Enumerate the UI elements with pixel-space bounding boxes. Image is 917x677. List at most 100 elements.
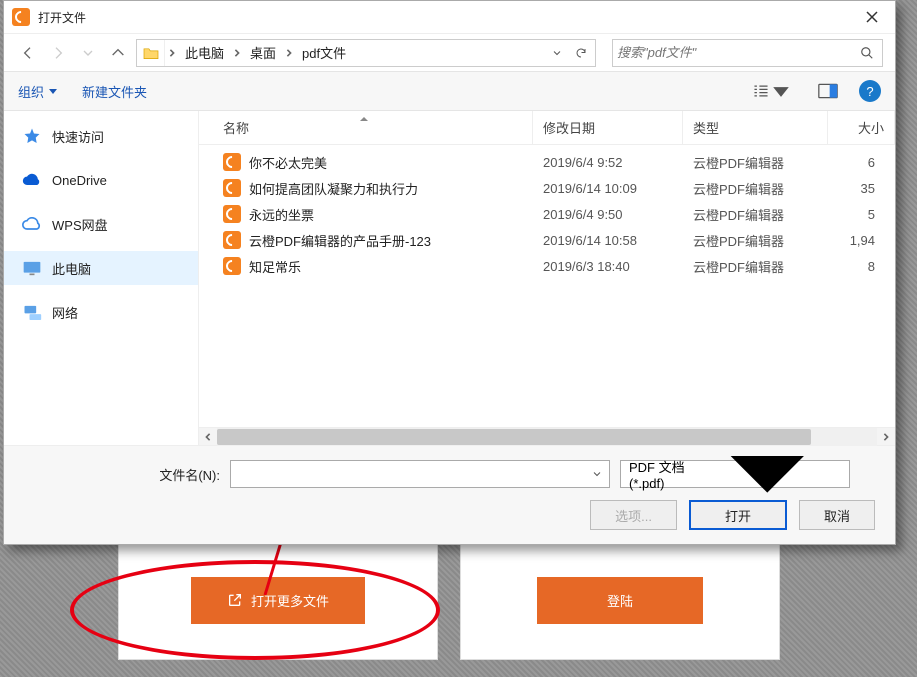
refresh-icon <box>575 47 587 59</box>
file-row[interactable]: 永远的坐票 2019/6/4 9:50云橙PDF编辑器5 <box>199 201 895 227</box>
sidebar-item-thispc[interactable]: 此电脑 <box>4 251 198 285</box>
dialog-footer: 文件名(N): PDF 文档 (*.pdf) 选项... 打开 取消 <box>4 445 895 544</box>
window-title: 打开文件 <box>38 9 86 26</box>
file-name: 永远的坐票 <box>249 205 314 224</box>
file-list[interactable]: 你不必太完美2019/6/4 9:52云橙PDF编辑器6 如何提高团队凝聚力和执行… <box>199 145 895 427</box>
file-name: 云橙PDF编辑器的产品手册-123 <box>249 231 431 250</box>
toolbar: 组织 新建文件夹 ? <box>4 71 895 111</box>
sidebar-item-label: OneDrive <box>52 173 107 188</box>
list-view-icon <box>752 84 770 98</box>
file-size: 5 <box>828 207 895 222</box>
star-icon <box>22 126 42 146</box>
horizontal-scrollbar[interactable] <box>199 427 895 445</box>
up-button[interactable] <box>106 41 130 65</box>
column-header-name[interactable]: 名称 <box>213 111 533 144</box>
file-row[interactable]: 你不必太完美2019/6/4 9:52云橙PDF编辑器6 <box>199 149 895 175</box>
file-row[interactable]: 云橙PDF编辑器的产品手册-123 2019/6/14 10:58云橙PDF编辑器… <box>199 227 895 253</box>
forward-button[interactable] <box>46 41 70 65</box>
chevron-down-icon <box>591 468 603 480</box>
sidebar-item-onedrive[interactable]: OneDrive <box>4 163 198 197</box>
login-label: 登陆 <box>607 591 633 610</box>
login-button[interactable]: 登陆 <box>537 577 703 624</box>
cancel-button[interactable]: 取消 <box>799 500 875 530</box>
search-input[interactable] <box>617 45 856 60</box>
bg-panel-left: 打开更多文件 <box>118 540 438 660</box>
search-icon[interactable] <box>856 46 878 60</box>
open-external-icon <box>227 592 243 608</box>
path-dropdown[interactable] <box>547 43 567 63</box>
filetype-value: PDF 文档 (*.pdf) <box>629 457 694 491</box>
organize-label: 组织 <box>18 82 44 101</box>
file-type: 云橙PDF编辑器 <box>683 231 828 250</box>
refresh-button[interactable] <box>571 43 591 63</box>
back-button[interactable] <box>16 41 40 65</box>
network-icon <box>22 302 42 322</box>
scroll-left-button[interactable] <box>199 428 217 446</box>
sidebar-item-network[interactable]: 网络 <box>4 295 198 329</box>
file-row[interactable]: 知足常乐2019/6/3 18:40云橙PDF编辑器8 <box>199 253 895 279</box>
view-mode-button[interactable] <box>745 80 797 102</box>
file-name: 知足常乐 <box>249 257 301 276</box>
file-date: 2019/6/4 9:50 <box>533 207 683 222</box>
sidebar-item-label: 此电脑 <box>52 259 91 278</box>
search-box[interactable] <box>612 39 883 67</box>
monitor-icon <box>22 258 42 278</box>
breadcrumb-item-2[interactable]: pdf文件 <box>296 40 352 66</box>
file-name: 你不必太完美 <box>249 153 327 172</box>
help-button[interactable]: ? <box>859 80 881 102</box>
file-date: 2019/6/14 10:58 <box>533 233 683 248</box>
pdf-file-icon <box>223 231 241 249</box>
chevron-down-icon <box>80 45 96 61</box>
arrow-right-icon <box>50 45 66 61</box>
file-name: 如何提高团队凝聚力和执行力 <box>249 179 418 198</box>
file-size: 8 <box>828 259 895 274</box>
breadcrumb-item-1[interactable]: 桌面 <box>244 40 282 66</box>
file-type: 云橙PDF编辑器 <box>683 153 828 172</box>
file-size: 6 <box>828 155 895 170</box>
close-button[interactable] <box>849 1 895 33</box>
address-bar: 此电脑 桌面 pdf文件 <box>4 33 895 71</box>
sidebar-item-label: WPS网盘 <box>52 215 108 234</box>
breadcrumb-sep <box>230 49 244 57</box>
file-row[interactable]: 如何提高团队凝聚力和执行力2019/6/14 10:09云橙PDF编辑器35 <box>199 175 895 201</box>
cloud-icon <box>22 170 42 190</box>
column-header-type[interactable]: 类型 <box>683 111 828 144</box>
preview-pane-button[interactable] <box>811 79 845 103</box>
organize-menu[interactable]: 组织 <box>18 82 58 101</box>
open-file-dialog: 打开文件 此电脑 桌面 pdf文件 <box>3 0 896 545</box>
filename-combobox[interactable] <box>230 460 610 488</box>
column-header-date[interactable]: 修改日期 <box>533 111 683 144</box>
breadcrumb-sep <box>282 49 296 57</box>
app-icon <box>12 8 30 26</box>
scroll-right-button[interactable] <box>877 428 895 446</box>
file-type: 云橙PDF编辑器 <box>683 205 828 224</box>
preview-pane-icon <box>818 83 838 99</box>
cloud-outline-icon <box>22 214 42 234</box>
filename-label: 文件名(N): <box>20 465 220 484</box>
sidebar-item-wps[interactable]: WPS网盘 <box>4 207 198 241</box>
sidebar-item-label: 快速访问 <box>52 127 104 146</box>
breadcrumb-item-0[interactable]: 此电脑 <box>179 40 230 66</box>
pdf-file-icon <box>223 257 241 275</box>
open-more-files-button[interactable]: 打开更多文件 <box>191 577 365 624</box>
options-button[interactable]: 选项... <box>590 500 677 530</box>
column-header-size[interactable]: 大小 <box>828 111 895 144</box>
pdf-file-icon <box>223 153 241 171</box>
breadcrumb-sep <box>165 49 179 57</box>
pdf-file-icon <box>223 205 241 223</box>
new-folder-button[interactable]: 新建文件夹 <box>82 82 147 101</box>
breadcrumb[interactable]: 此电脑 桌面 pdf文件 <box>136 39 596 67</box>
file-date: 2019/6/14 10:09 <box>533 181 683 196</box>
dropdown-triangle-icon <box>48 86 58 96</box>
dropdown-triangle-icon <box>772 84 790 98</box>
recent-dropdown[interactable] <box>76 41 100 65</box>
file-type: 云橙PDF编辑器 <box>683 179 828 198</box>
file-date: 2019/6/3 18:40 <box>533 259 683 274</box>
open-button[interactable]: 打开 <box>689 500 787 530</box>
scrollbar-thumb[interactable] <box>217 429 811 445</box>
filetype-combobox[interactable]: PDF 文档 (*.pdf) <box>620 460 850 488</box>
sidebar-item-quickaccess[interactable]: 快速访问 <box>4 119 198 153</box>
folder-icon <box>137 40 165 66</box>
open-more-label: 打开更多文件 <box>251 591 329 610</box>
pdf-file-icon <box>223 179 241 197</box>
